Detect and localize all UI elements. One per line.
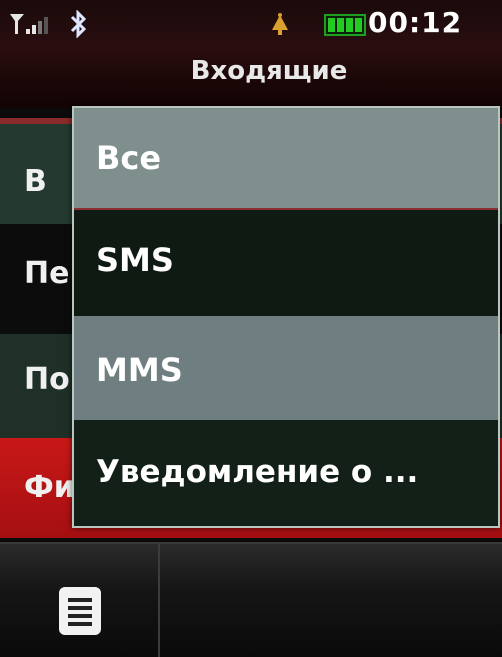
list-item-label: Фи xyxy=(24,470,75,505)
softkey-bar xyxy=(0,542,502,657)
filter-popup-menu: Все SMS MMS Уведомление о ... xyxy=(72,106,500,528)
battery-icon xyxy=(324,14,366,36)
status-bar: 00:12 xyxy=(0,0,502,48)
menu-item-notification[interactable]: Уведомление о ... xyxy=(74,420,498,526)
list-item-label: В xyxy=(24,164,47,199)
clock: 00:12 xyxy=(368,6,463,39)
left-softkey[interactable] xyxy=(0,544,160,657)
page-title: Входящие xyxy=(190,56,348,86)
signal-icon xyxy=(10,14,48,34)
menu-item-sms[interactable]: SMS xyxy=(74,210,498,316)
menu-item-all[interactable]: Все xyxy=(74,108,498,210)
bluetooth-icon xyxy=(70,10,87,38)
menu-item-mms[interactable]: MMS xyxy=(74,316,498,420)
list-item-label: По xyxy=(24,362,70,397)
title-bar: Входящие xyxy=(0,48,502,108)
list-item-label: Пе xyxy=(24,256,70,291)
menu-icon xyxy=(59,587,101,635)
right-softkey[interactable] xyxy=(160,544,502,657)
phone-screen: 00:12 Входящие В Пе По Фи Все SMS MMS Ув… xyxy=(0,0,502,657)
alarm-icon xyxy=(272,13,288,35)
